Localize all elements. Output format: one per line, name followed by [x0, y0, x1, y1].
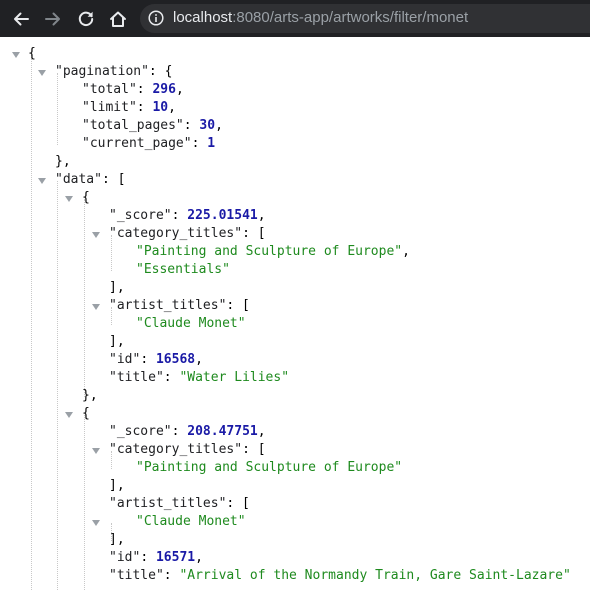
json-line: ],	[109, 280, 125, 295]
reload-button[interactable]	[71, 0, 101, 37]
json-line: "artist_titles": [	[109, 496, 250, 511]
json-line: {	[82, 190, 90, 205]
tree-guide	[57, 73, 58, 145]
url-host: localhost	[173, 9, 233, 26]
tree-guide	[57, 181, 58, 590]
json-line: "artist_titles": [	[109, 298, 250, 313]
json-line: "Painting and Sculpture of Europe",	[136, 244, 410, 259]
json-line: {	[28, 45, 36, 63]
json-line: "total": 296,	[82, 82, 184, 97]
collapse-toggle-icon[interactable]	[92, 520, 100, 526]
json-string: "Painting and Sculpture of Europe"	[136, 244, 403, 259]
collapse-toggle-icon[interactable]	[65, 196, 73, 202]
json-key: "_score"	[109, 208, 172, 223]
json-key: "artist_titles"	[109, 298, 227, 313]
json-string: "Water Lilies"	[179, 370, 290, 385]
url-text[interactable]: localhost:8080/arts-app/artworks/filter/…	[173, 9, 468, 27]
arrow-right-icon	[45, 12, 60, 25]
json-key: "id"	[109, 550, 141, 565]
json-number: 1	[207, 136, 216, 151]
json-key: "category_titles"	[109, 226, 243, 241]
collapse-toggle-icon[interactable]	[92, 448, 100, 454]
collapse-toggle-icon[interactable]	[38, 178, 46, 184]
json-string: "Claude Monet"	[136, 316, 246, 331]
json-line: "id": 16568,	[109, 352, 203, 367]
json-line: "limit": 10,	[82, 100, 176, 115]
json-number: 10	[152, 100, 169, 115]
tree-guide	[84, 415, 85, 590]
json-line: "total_pages": 30,	[82, 118, 223, 133]
browser-toolbar: localhost:8080/arts-app/artworks/filter/…	[0, 0, 590, 37]
json-punct: {	[28, 46, 36, 61]
json-key: "current_page"	[82, 136, 192, 151]
json-string: "Essentials"	[136, 262, 230, 277]
collapse-toggle-icon[interactable]	[92, 304, 100, 310]
json-line: "Claude Monet"	[136, 513, 246, 531]
json-line: "_score": 225.01541,	[109, 208, 266, 223]
json-line: "current_page": 1	[82, 136, 216, 151]
refresh-icon	[78, 11, 94, 26]
tree-guide	[31, 55, 32, 590]
json-viewer: { "pagination": { "total": 296, "limit":…	[0, 37, 590, 590]
json-key: "title"	[109, 370, 164, 385]
json-number: 16568	[155, 352, 196, 367]
collapse-toggle-icon[interactable]	[65, 412, 73, 418]
json-key: "artist_titles"	[109, 496, 227, 511]
json-line: "Painting and Sculpture of Europe"	[136, 459, 402, 477]
json-string: "Painting and Sculpture of Europe"	[136, 460, 403, 475]
json-line: "pagination": {	[55, 64, 173, 79]
json-line: "id": 16571,	[109, 550, 203, 565]
json-line: "Claude Monet"	[136, 315, 246, 333]
json-line: "title": "Arrival of the Normandy Train,…	[109, 568, 571, 583]
json-key: "id"	[109, 352, 141, 367]
json-key: "title"	[109, 568, 164, 583]
json-number: 296	[152, 82, 176, 97]
json-line: ],	[109, 478, 125, 493]
collapse-toggle-icon[interactable]	[38, 70, 46, 76]
json-key: "data"	[55, 172, 102, 187]
json-key: "limit"	[82, 100, 137, 115]
json-key: "_score"	[109, 424, 172, 439]
collapse-toggle-icon[interactable]	[92, 232, 100, 238]
json-number: 30	[199, 118, 216, 133]
json-number: 225.01541	[187, 208, 258, 223]
json-key: "pagination"	[55, 64, 149, 79]
url-path: :8080/arts-app/artworks/filter/monet	[232, 9, 469, 26]
json-line: {	[82, 406, 90, 421]
json-key: "category_titles"	[109, 442, 243, 457]
json-line: },	[82, 388, 98, 403]
json-line: "category_titles": [	[109, 226, 266, 241]
arrow-left-icon	[14, 12, 29, 25]
json-line: "title": "Water Lilies"	[109, 370, 290, 385]
info-circle-icon[interactable]	[148, 10, 164, 26]
json-string: "Arrival of the Normandy Train, Gare Sai…	[179, 568, 571, 583]
json-line: "Essentials"	[136, 261, 230, 279]
json-key: "total"	[82, 82, 137, 97]
json-key: "total_pages"	[82, 118, 184, 133]
home-button[interactable]	[103, 0, 133, 37]
collapse-toggle-icon[interactable]	[12, 52, 20, 58]
json-line: "category_titles": [	[109, 442, 266, 457]
house-icon	[110, 11, 126, 27]
json-line: },	[55, 154, 71, 169]
json-line: "_score": 208.47751,	[109, 424, 266, 439]
tree-guide	[84, 199, 85, 397]
json-string: "Claude Monet"	[136, 514, 246, 529]
json-line: ],	[109, 334, 125, 349]
forward-button[interactable]	[38, 0, 68, 37]
json-line: ],	[109, 532, 125, 547]
json-number: 16571	[155, 550, 196, 565]
json-number: 208.47751	[187, 424, 258, 439]
back-button[interactable]	[6, 0, 36, 37]
json-line: "data": [	[55, 172, 126, 187]
